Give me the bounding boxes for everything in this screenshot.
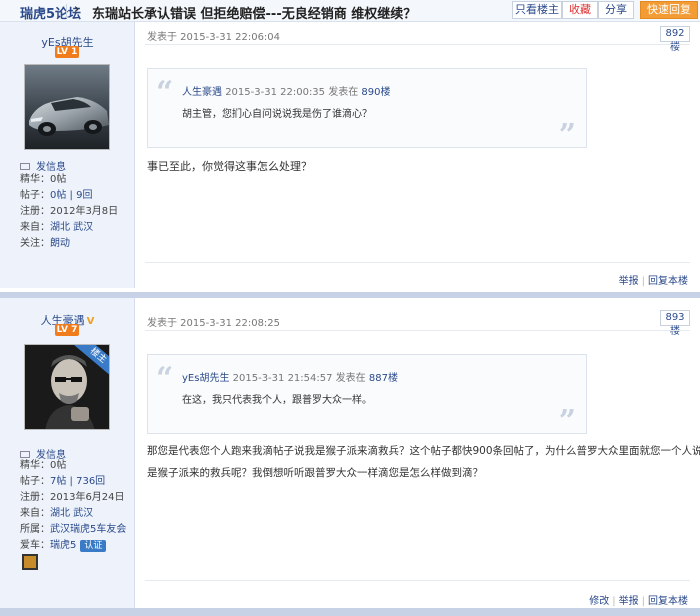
quote-block: “ yEs胡先生 2015-3-31 21:54:57 发表在 887楼 在这，… — [147, 354, 587, 439]
location-link[interactable]: 湖北 武汉 — [50, 508, 93, 519]
action-separator: | — [641, 596, 645, 607]
mail-icon — [20, 163, 30, 170]
level-badge: LV 7 — [55, 324, 79, 336]
post-time: 发表于 2015-3-31 22:08:25 — [147, 318, 281, 329]
action-separator: | — [612, 596, 616, 607]
info-label: 注册： — [20, 492, 50, 503]
quote-header: yEs胡先生 2015-3-31 21:54:57 发表在 887楼 — [182, 369, 398, 384]
forum-name-link[interactable]: 瑞虎5论坛 — [20, 3, 81, 22]
quote-block: “ 人生豪遇 2015-3-31 22:00:35 发表在 890楼 胡主管，您… — [147, 68, 587, 153]
register-date: 2013年6月24日 — [50, 492, 125, 503]
author-info-list: 精华：0帖 帖子：0帖 | 9回 注册：2012年3月8日 来自：湖北 武汉 关… — [20, 172, 118, 252]
quote-text: 胡主管，您扪心自问说说我是伤了谁滴心？ — [182, 109, 372, 120]
reply-floor-link[interactable]: 回复本楼 — [648, 276, 688, 287]
avatar[interactable]: 楼主 — [24, 344, 110, 430]
divider — [145, 262, 690, 263]
post-content: 那您是代表您个人跑来我滴帖子说我是猴子派来滴救兵？这个帖子都快900条回帖了，为… — [147, 440, 700, 484]
action-separator: | — [641, 276, 645, 287]
info-label: 关注： — [20, 238, 50, 249]
report-link[interactable]: 举报 — [619, 276, 639, 287]
post-content-line: 那您是代表您个人跑来我滴帖子说我是猴子派来滴救兵？这个帖子都快900条回帖了，为… — [147, 445, 700, 457]
divider — [145, 44, 690, 45]
info-label: 帖子： — [20, 190, 50, 201]
verified-icon: V — [86, 316, 95, 327]
quote-floor-link[interactable]: 887楼 — [369, 373, 398, 384]
medal-icon[interactable] — [22, 554, 38, 570]
quote-header: 人生豪遇 2015-3-31 22:00:35 发表在 890楼 — [182, 83, 391, 98]
post-separator-bar — [0, 608, 700, 616]
info-label: 来自： — [20, 508, 50, 519]
edit-link[interactable]: 修改 — [589, 596, 609, 607]
quote-open-icon: “ — [156, 75, 174, 110]
quote-author-link[interactable]: 人生豪遇 — [182, 87, 222, 98]
essence-count: 0帖 — [50, 174, 67, 185]
car-avatar-image — [25, 65, 109, 149]
quote-close-icon: ” — [558, 404, 576, 439]
share-button[interactable]: 分享 — [598, 1, 634, 19]
info-label: 爱车： — [20, 540, 50, 551]
post-892: yEs胡先生 LV 1 发信息 精华：0帖 帖子：0帖 | 9回 注册：2012… — [0, 22, 700, 288]
quote-close-icon: ” — [558, 118, 576, 153]
only-op-button[interactable]: 只看楼主 — [512, 1, 562, 19]
quote-time: 2015-3-31 21:54:57 发表在 — [232, 373, 366, 384]
thread-header-bar: 瑞虎5论坛 › 东瑞站长承认错误 但拒绝赔偿---无良经销商 维权继续？ 只看楼… — [0, 0, 700, 22]
location-link[interactable]: 湖北 武汉 — [50, 222, 93, 233]
header-divider — [66, 4, 67, 18]
quote-time: 2015-3-31 22:00:35 发表在 — [225, 87, 359, 98]
author-sidebar: 人生豪遇 V LV 7 楼主 发信息 精华：0帖 帖子：7帖 | 736回 注册：… — [0, 298, 135, 608]
floor-number-link[interactable]: 892楼 — [660, 26, 690, 53]
quote-text: 在这，我只代表我个人，跟普罗大众一样。 — [182, 395, 372, 406]
post-content-line: 是猴子派来的救兵呢？我倒想听听跟普罗大众一样滴您是怎么样做到滴？ — [147, 467, 483, 479]
info-label: 注册： — [20, 206, 50, 217]
report-link[interactable]: 举报 — [619, 596, 639, 607]
post-body: 发表于 2015-3-31 22:08:25 893楼 “ yEs胡先生 201… — [135, 298, 700, 608]
favorite-button[interactable]: 收藏 — [562, 1, 598, 19]
level-badge: LV 1 — [55, 46, 79, 58]
post-actions: 举报 | 回复本楼 — [619, 272, 688, 287]
send-message-link[interactable]: 发信息 — [20, 158, 66, 173]
info-label: 帖子： — [20, 476, 50, 487]
info-label: 所属： — [20, 524, 50, 535]
quote-author-link[interactable]: yEs胡先生 — [182, 373, 229, 384]
follow-link[interactable]: 朗动 — [50, 238, 70, 249]
essence-count: 0帖 — [50, 460, 67, 471]
divider — [145, 580, 690, 581]
info-label: 精华： — [20, 174, 50, 185]
thread-title: 东瑞站长承认错误 但拒绝赔偿---无良经销商 维权继续？ — [92, 7, 417, 22]
breadcrumb-arrow-icon: › — [74, 2, 80, 17]
mail-icon — [20, 451, 30, 458]
post-time: 发表于 2015-3-31 22:06:04 — [147, 32, 281, 43]
post-body: 发表于 2015-3-31 22:06:04 892楼 “ 人生豪遇 2015-… — [135, 22, 700, 288]
post-count-link[interactable]: 0帖 | 9回 — [50, 190, 92, 201]
quote-open-icon: “ — [156, 361, 174, 396]
author-sidebar: yEs胡先生 LV 1 发信息 精华：0帖 帖子：0帖 | 9回 注册：2012… — [0, 22, 135, 288]
avatar[interactable] — [24, 64, 110, 150]
floor-number-link[interactable]: 893楼 — [660, 310, 690, 337]
reply-floor-link[interactable]: 回复本楼 — [648, 596, 688, 607]
post-893: 人生豪遇 V LV 7 楼主 发信息 精华：0帖 帖子：7帖 | 736回 注册：… — [0, 292, 700, 608]
quick-reply-button[interactable]: 快速回复 — [640, 1, 698, 19]
register-date: 2012年3月8日 — [50, 206, 119, 217]
post-content: 事已至此，你觉得这事怎么处理？ — [147, 160, 312, 173]
divider — [145, 330, 690, 331]
verified-badge: 认证 — [80, 540, 107, 552]
club-link[interactable]: 武汉瑞虎5车友会 — [50, 524, 126, 535]
car-link[interactable]: 瑞虎5 — [50, 540, 76, 551]
info-label: 来自： — [20, 222, 50, 233]
post-actions: 修改 | 举报 | 回复本楼 — [589, 592, 688, 607]
info-label: 精华： — [20, 460, 50, 471]
quote-floor-link[interactable]: 890楼 — [361, 87, 390, 98]
post-count-link[interactable]: 7帖 | 736回 — [50, 476, 105, 487]
author-info-list: 精华：0帖 帖子：7帖 | 736回 注册：2013年6月24日 来自：湖北 武… — [20, 458, 126, 554]
